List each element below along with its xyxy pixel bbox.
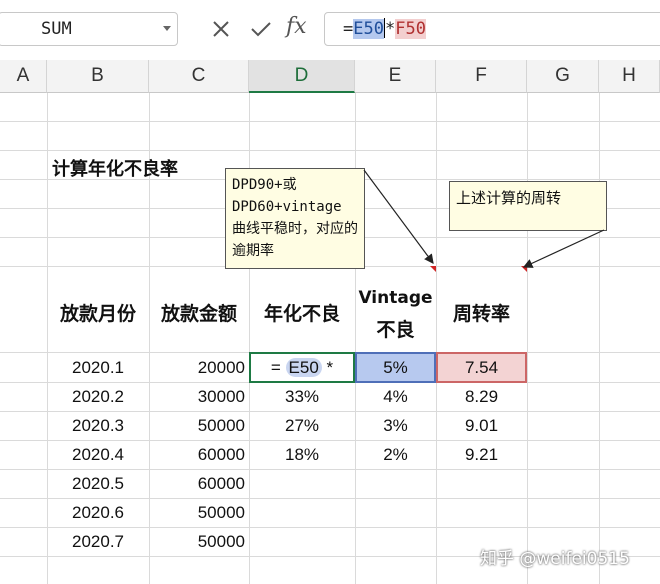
name-box-value: SUM bbox=[41, 19, 72, 39]
column-header-f[interactable]: F bbox=[436, 60, 527, 93]
column-header-g[interactable]: G bbox=[527, 60, 599, 93]
cell-amount[interactable]: 20000 bbox=[149, 358, 245, 378]
column-header-e[interactable]: E bbox=[355, 60, 436, 93]
editing-ref: E50 bbox=[285, 358, 322, 377]
editing-suffix: * bbox=[326, 358, 334, 377]
cell-amount[interactable]: 60000 bbox=[149, 445, 245, 465]
cell-vintage[interactable]: 4% bbox=[355, 387, 436, 407]
cell-turnover[interactable]: 9.01 bbox=[436, 416, 527, 436]
cell-amount[interactable]: 50000 bbox=[149, 532, 245, 552]
grid-line bbox=[527, 93, 528, 584]
cell-editing-formula[interactable]: = E50 * bbox=[249, 358, 355, 378]
cell-month[interactable]: 2020.3 bbox=[47, 416, 149, 436]
header-vintage-line2[interactable]: 不良 bbox=[355, 315, 436, 342]
editing-prefix: = bbox=[270, 358, 281, 377]
grid-line bbox=[436, 93, 437, 584]
cell-turnover[interactable]: 8.29 bbox=[436, 387, 527, 407]
fx-icon[interactable]: fx bbox=[286, 14, 307, 39]
close-icon[interactable] bbox=[207, 14, 235, 44]
column-header-b[interactable]: B bbox=[47, 60, 149, 93]
column-header-a[interactable]: A bbox=[0, 60, 47, 93]
arrow-icon bbox=[363, 169, 434, 264]
grid-line bbox=[0, 469, 660, 470]
comment-note-dpd[interactable]: DPD90+或 DPD60+vintage 曲线平稳时，对应的逾期率 bbox=[225, 168, 365, 269]
chevron-down-icon[interactable] bbox=[163, 26, 171, 31]
cell-month[interactable]: 2020.2 bbox=[47, 387, 149, 407]
header-turnover[interactable]: 周转率 bbox=[436, 299, 527, 326]
check-icon[interactable] bbox=[247, 14, 275, 44]
cell-amount[interactable]: 30000 bbox=[149, 387, 245, 407]
grid-line bbox=[0, 150, 660, 151]
column-header-c[interactable]: C bbox=[149, 60, 249, 93]
comment-note-turnover[interactable]: 上述计算的周转 bbox=[449, 181, 607, 231]
cell-month[interactable]: 2020.1 bbox=[47, 358, 149, 378]
sheet-title[interactable]: 计算年化不良率 bbox=[52, 155, 178, 181]
cell-amount[interactable]: 50000 bbox=[149, 503, 245, 523]
cell-turnover[interactable]: 9.21 bbox=[436, 445, 527, 465]
watermark: 知乎 @weifei0515 bbox=[480, 549, 630, 569]
cell-annual-bad[interactable]: 18% bbox=[249, 445, 355, 465]
column-header-d[interactable]: D bbox=[249, 60, 355, 93]
cell-month[interactable]: 2020.4 bbox=[47, 445, 149, 465]
grid-line bbox=[599, 93, 600, 584]
grid-line bbox=[0, 411, 660, 412]
cell-vintage[interactable]: 2% bbox=[355, 445, 436, 465]
cell-annual-bad[interactable]: 27% bbox=[249, 416, 355, 436]
header-month[interactable]: 放款月份 bbox=[47, 299, 149, 326]
grid-line bbox=[0, 527, 660, 528]
formula-input[interactable]: =E50*F50 bbox=[324, 12, 660, 46]
arrow-icon bbox=[522, 229, 605, 268]
comment-indicator-icon[interactable] bbox=[430, 266, 436, 272]
grid-line bbox=[0, 498, 660, 499]
grid-line bbox=[0, 440, 660, 441]
cell-vintage[interactable]: 3% bbox=[355, 416, 436, 436]
cell-vintage[interactable]: 5% bbox=[355, 358, 436, 378]
formula-bar: SUM fx =E50*F50 bbox=[0, 0, 660, 60]
formula-prefix: = bbox=[343, 19, 354, 39]
comment-indicator-icon[interactable] bbox=[521, 266, 527, 272]
name-box[interactable]: SUM bbox=[0, 12, 178, 46]
cell-annual-bad[interactable]: 33% bbox=[249, 387, 355, 407]
header-vintage-line1[interactable]: Vintage bbox=[355, 288, 436, 308]
formula-ref-f50: F50 bbox=[395, 19, 426, 39]
cell-turnover[interactable]: 7.54 bbox=[436, 358, 527, 378]
cell-month[interactable]: 2020.5 bbox=[47, 474, 149, 494]
cell-amount[interactable]: 60000 bbox=[149, 474, 245, 494]
header-amount[interactable]: 放款金额 bbox=[149, 299, 249, 326]
cell-month[interactable]: 2020.7 bbox=[47, 532, 149, 552]
grid-line bbox=[249, 93, 250, 584]
cell-amount[interactable]: 50000 bbox=[149, 416, 245, 436]
header-annual-bad[interactable]: 年化不良 bbox=[249, 299, 355, 326]
grid-line bbox=[0, 121, 660, 122]
formula-ref-e50: E50 bbox=[353, 19, 384, 39]
formula-operator: * bbox=[384, 19, 396, 39]
cell-month[interactable]: 2020.6 bbox=[47, 503, 149, 523]
column-header-h[interactable]: H bbox=[599, 60, 660, 93]
